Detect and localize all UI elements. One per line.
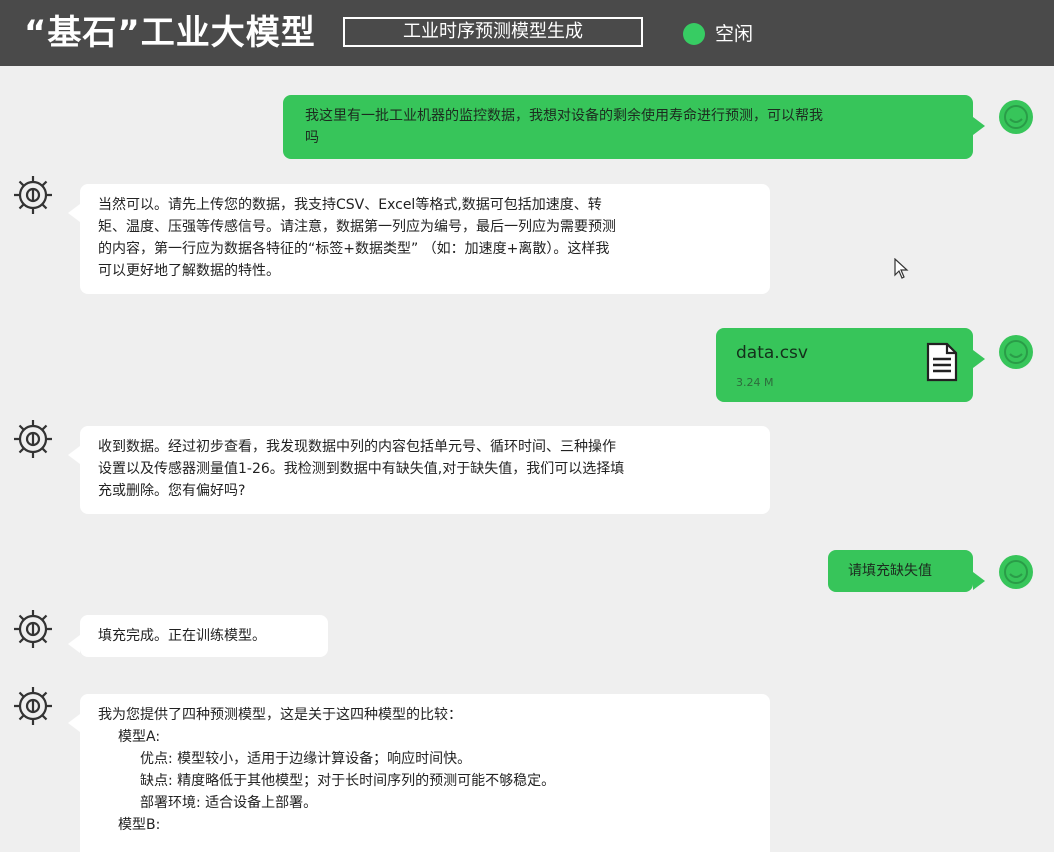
bot-avatar	[10, 606, 56, 652]
message-line: 可以更好地了解数据的特性。	[98, 260, 752, 282]
mode-selector[interactable]: 工业时序预测模型生成	[343, 17, 643, 47]
user-avatar	[999, 555, 1033, 589]
smiley-face-icon	[999, 335, 1033, 369]
smiley-face-icon	[999, 100, 1033, 134]
model-b-title: 模型B:	[98, 814, 752, 836]
user-file-message[interactable]: data.csv 3.24 M	[716, 328, 973, 402]
app-title: “基石”工业大模型	[24, 10, 316, 56]
model-a-cons: 缺点: 精度略低于其他模型；对于长时间序列的预测可能不够稳定。	[98, 770, 752, 792]
bot-avatar	[10, 683, 56, 729]
message-line: 设置以及传感器测量值1-26。我检测到数据中有缺失值,对于缺失值，我们可以选择填	[98, 458, 752, 480]
message-line: 我这里有一批工业机器的监控数据，我想对设备的剩余使用寿命进行预测，可以帮我	[305, 105, 951, 127]
message-line: 充或删除。您有偏好吗?	[98, 480, 752, 502]
user-message: 我这里有一批工业机器的监控数据，我想对设备的剩余使用寿命进行预测，可以帮我 吗	[283, 95, 973, 159]
user-avatar	[999, 335, 1033, 369]
model-a-title: 模型A:	[98, 726, 752, 748]
assistant-message: 收到数据。经过初步查看，我发现数据中列的内容包括单元号、循环时间、三种操作 设置…	[80, 426, 770, 514]
model-a-deploy: 部署环境: 适合设备上部署。	[98, 792, 752, 814]
bot-avatar	[10, 416, 56, 462]
file-size: 3.24 M	[736, 372, 773, 394]
mouse-cursor-icon	[894, 258, 910, 284]
status-indicator-icon	[683, 23, 705, 45]
user-avatar	[999, 100, 1033, 134]
assistant-message: 填充完成。正在训练模型。	[80, 615, 328, 657]
status-text: 空闲	[715, 20, 753, 48]
gear-bot-icon	[10, 416, 56, 462]
message-line: 当然可以。请先上传您的数据，我支持CSV、Excel等格式,数据可包括加速度、转	[98, 194, 752, 216]
user-message: 请填充缺失值	[828, 550, 973, 592]
gear-bot-icon	[10, 683, 56, 729]
smiley-face-icon	[999, 555, 1033, 589]
bot-avatar	[10, 172, 56, 218]
gear-bot-icon	[10, 172, 56, 218]
message-line: 的内容，第一行应为数据各特征的“标签+数据类型” （如：加速度+离散）。这样我	[98, 238, 752, 260]
message-line: 收到数据。经过初步查看，我发现数据中列的内容包括单元号、循环时间、三种操作	[98, 436, 752, 458]
gear-bot-icon	[10, 606, 56, 652]
message-line: 请填充缺失值	[848, 560, 953, 582]
message-line: 矩、温度、压强等传感信号。请注意，数据第一列应为编号，最后一列应为需要预测	[98, 216, 752, 238]
document-icon	[925, 342, 959, 389]
app-header: “基石”工业大模型 工业时序预测模型生成 空闲	[0, 0, 1054, 66]
message-line: 我为您提供了四种预测模型，这是关于这四种模型的比较：	[98, 704, 752, 726]
message-line: 吗	[305, 127, 951, 149]
file-name: data.csv	[736, 342, 808, 364]
assistant-message: 当然可以。请先上传您的数据，我支持CSV、Excel等格式,数据可包括加速度、转…	[80, 184, 770, 294]
message-line: 填充完成。正在训练模型。	[98, 625, 310, 647]
model-a-pros: 优点: 模型较小，适用于边缘计算设备；响应时间快。	[98, 748, 752, 770]
assistant-message: 我为您提供了四种预测模型，这是关于这四种模型的比较： 模型A: 优点: 模型较小…	[80, 694, 770, 852]
